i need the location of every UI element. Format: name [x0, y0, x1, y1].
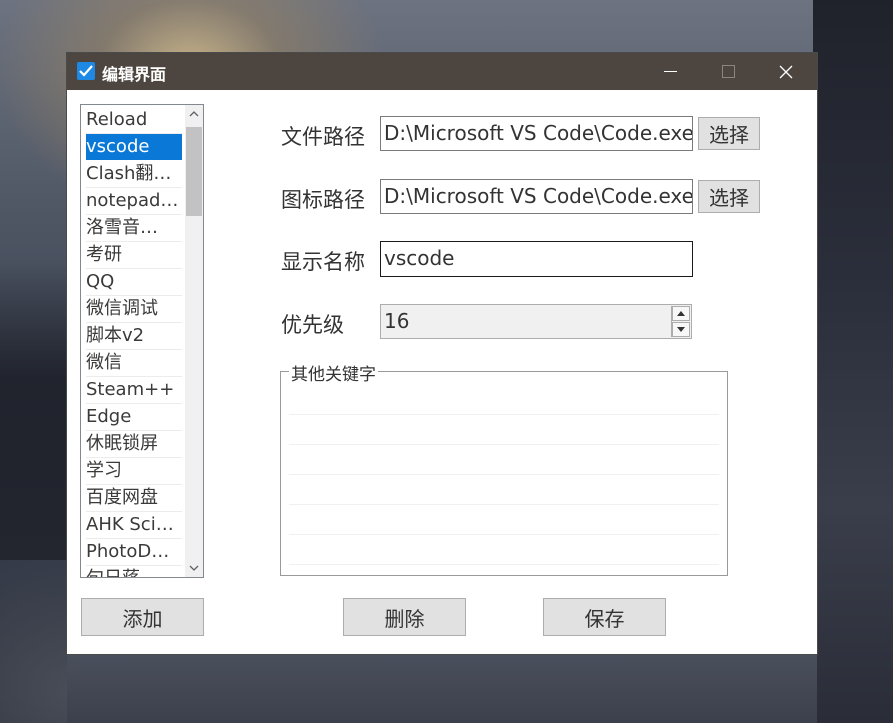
chevron-down-icon: [189, 565, 199, 571]
icon-path-label: 图标路径: [281, 188, 365, 212]
spin-up-button[interactable]: [672, 306, 690, 321]
list-item[interactable]: 学习: [86, 458, 182, 484]
list-item[interactable]: 微信: [86, 350, 182, 376]
app-listbox[interactable]: Reload vscode Clash翻… notepad… 洛雪音… 考研 Q…: [80, 104, 204, 578]
priority-value: 16: [384, 309, 410, 333]
wallpaper-bottom: [67, 655, 817, 723]
keywords-label: 其他关键字: [289, 360, 378, 385]
display-name-input[interactable]: vscode: [380, 241, 693, 277]
list-item[interactable]: 脚本v2: [86, 323, 182, 349]
icon-path-input[interactable]: D:\Microsoft VS Code\Code.exe: [380, 179, 693, 214]
window-title: 编辑界面: [102, 65, 167, 84]
minimize-button[interactable]: [641, 53, 699, 90]
edit-window: 编辑界面 Reload vscode Clash翻… notepad… 洛雪音……: [67, 53, 817, 654]
choose-file-button[interactable]: 选择: [698, 117, 760, 150]
keyword-row-line: [289, 444, 719, 445]
title-bar[interactable]: 编辑界面: [67, 53, 817, 90]
spin-down-button[interactable]: [672, 322, 690, 337]
list-item[interactable]: QQ: [86, 269, 182, 295]
list-item[interactable]: 百度网盘: [86, 485, 182, 511]
add-button[interactable]: 添加: [81, 598, 204, 636]
close-button[interactable]: [757, 53, 815, 90]
scroll-thumb[interactable]: [186, 127, 202, 216]
list-item[interactable]: 微信调试: [86, 296, 182, 322]
keywords-groupbox[interactable]: 其他关键字: [280, 360, 728, 576]
wallpaper-right: [813, 0, 893, 723]
file-path-label: 文件路径: [281, 125, 365, 149]
triangle-down-icon: [677, 327, 685, 332]
minimize-icon: [663, 71, 677, 72]
maximize-icon: [721, 65, 735, 78]
display-name-label: 显示名称: [281, 250, 365, 274]
keyword-row-line: [289, 414, 719, 415]
list-item[interactable]: PhotoD…: [86, 539, 182, 565]
keyword-row-line: [289, 534, 719, 535]
list-item[interactable]: Clash翻…: [86, 161, 182, 187]
list-item[interactable]: Reload: [86, 107, 182, 133]
scroll-down-button[interactable]: [185, 559, 203, 577]
list-item[interactable]: 句日蒋: [86, 566, 182, 577]
scroll-up-button[interactable]: [185, 105, 203, 123]
keyword-row-line: [289, 504, 719, 505]
list-item[interactable]: Steam++: [86, 377, 182, 403]
list-item[interactable]: 休眠锁屏: [86, 431, 182, 457]
list-scrollbar[interactable]: [185, 105, 203, 577]
keyword-row-line: [289, 474, 719, 475]
triangle-up-icon: [677, 311, 685, 316]
list-item-selected[interactable]: vscode: [86, 134, 182, 160]
checkbox-app-icon: [77, 62, 95, 80]
keyword-row-line: [289, 564, 719, 565]
chevron-up-icon: [189, 111, 199, 117]
save-button[interactable]: 保存: [543, 598, 666, 636]
priority-spinbox[interactable]: 16: [380, 304, 692, 339]
wallpaper-left: [0, 260, 70, 560]
spin-buttons: [671, 306, 690, 337]
list-item[interactable]: AHK Sci…: [86, 512, 182, 538]
delete-button[interactable]: 删除: [343, 598, 466, 636]
list-item[interactable]: 洛雪音…: [86, 215, 182, 241]
list-item[interactable]: 考研: [86, 242, 182, 268]
choose-icon-button[interactable]: 选择: [698, 180, 760, 213]
maximize-button[interactable]: [699, 53, 757, 90]
list-item[interactable]: Edge: [86, 404, 182, 430]
list-item[interactable]: notepad…: [86, 188, 182, 214]
file-path-input[interactable]: D:\Microsoft VS Code\Code.exe: [380, 116, 693, 151]
priority-label: 优先级: [281, 313, 344, 337]
close-icon: [779, 65, 793, 78]
